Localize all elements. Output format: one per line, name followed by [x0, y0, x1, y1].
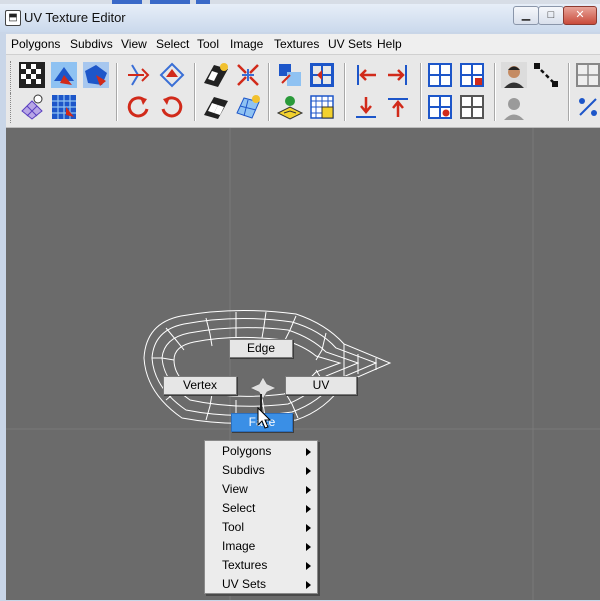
checker-alt-icon[interactable]: [202, 93, 230, 121]
context-item-tool[interactable]: Tool: [205, 518, 317, 537]
menu-select[interactable]: Select: [156, 37, 189, 51]
minimize-button[interactable]: ▁: [513, 6, 539, 25]
move-uv-shell-icon[interactable]: [50, 61, 78, 89]
submenu-arrow-icon: [306, 562, 311, 570]
context-item-select[interactable]: Select: [205, 499, 317, 518]
maya-app-icon[interactable]: ⬒: [5, 10, 21, 26]
rotate-ccw-icon[interactable]: [124, 93, 152, 121]
context-item-image[interactable]: Image: [205, 537, 317, 556]
submenu-arrow-icon: [306, 467, 311, 475]
context-item-label: Subdivs: [222, 463, 265, 477]
move-right-icon[interactable]: [384, 61, 412, 89]
toolbar-separator: [494, 63, 496, 121]
toolbar-separator: [194, 63, 196, 121]
toolbar-separator: [268, 63, 270, 121]
maximize-button[interactable]: □: [538, 6, 564, 25]
context-item-label: Image: [222, 539, 256, 553]
menu-help[interactable]: Help: [377, 37, 402, 51]
close-button[interactable]: ✕: [563, 6, 597, 25]
checker-display-icon[interactable]: [18, 61, 46, 89]
rotate-uvs-icon[interactable]: [124, 61, 152, 89]
context-item-label: Textures: [222, 558, 268, 572]
scale-icon[interactable]: [574, 93, 600, 121]
context-item-label: Select: [222, 501, 256, 515]
context-item-textures[interactable]: Textures: [205, 556, 317, 575]
submenu-arrow-icon: [306, 448, 311, 456]
more-icon[interactable]: [574, 61, 600, 89]
context-item-label: Polygons: [222, 444, 272, 458]
submenu-arrow-icon: [306, 505, 311, 513]
sew-uv-icon[interactable]: [276, 61, 304, 89]
pattern-grid-icon[interactable]: [50, 93, 78, 121]
window-title: UV Texture Editor: [24, 10, 126, 25]
menu-bar: Polygons Subdivs View Select Tool Image …: [6, 34, 600, 55]
context-item-label: Tool: [222, 520, 245, 534]
context-item-view[interactable]: View: [205, 480, 317, 499]
diagonal-select-icon[interactable]: [532, 61, 560, 89]
grid-dot-icon[interactable]: [426, 93, 454, 121]
mouse-cursor-icon: [257, 407, 272, 429]
menu-textures[interactable]: Textures: [274, 37, 319, 51]
menu-uv-sets[interactable]: UV Sets: [328, 37, 372, 51]
uv-lattice-icon[interactable]: [234, 93, 262, 121]
move-down-icon[interactable]: [352, 93, 380, 121]
move-left-icon[interactable]: [352, 61, 380, 89]
submenu-arrow-icon: [306, 581, 311, 589]
grid-select-icon[interactable]: [308, 93, 336, 121]
checker-alt-icon[interactable]: [202, 61, 230, 89]
context-item-label: UV Sets: [222, 577, 267, 591]
rotate-cw-icon[interactable]: [158, 93, 186, 121]
uv-mesh-icon[interactable]: [18, 93, 46, 121]
context-menu: Polygons Subdivs View Select Tool Image …: [204, 440, 318, 594]
context-item-polygons[interactable]: Polygons: [205, 442, 317, 461]
uv-snapshot-icon[interactable]: [276, 93, 304, 121]
context-item-uv-sets[interactable]: UV Sets: [205, 575, 317, 594]
toolbar-separator: [344, 63, 346, 121]
toolbar-grip[interactable]: [10, 93, 13, 121]
menu-polygons[interactable]: Polygons: [11, 37, 60, 51]
user-avatar-icon[interactable]: [500, 61, 528, 89]
toolbar-separator: [568, 63, 570, 121]
marking-menu-edge[interactable]: Edge: [229, 339, 293, 358]
marking-menu-uv[interactable]: UV: [285, 376, 357, 395]
cut-uv-icon[interactable]: [234, 61, 262, 89]
grid-remove-icon[interactable]: [458, 93, 486, 121]
menu-tool[interactable]: Tool: [197, 37, 219, 51]
context-item-label: View: [222, 482, 248, 496]
menu-image[interactable]: Image: [230, 37, 263, 51]
toolbar: [6, 55, 600, 128]
submenu-arrow-icon: [306, 524, 311, 532]
map-uv-border-icon[interactable]: [158, 61, 186, 89]
toolbar-separator: [420, 63, 422, 121]
flip-uvs-icon[interactable]: [82, 61, 110, 89]
grid-display-icon[interactable]: [426, 61, 454, 89]
toolbar-separator: [116, 63, 118, 121]
user-avatar-gray-icon[interactable]: [500, 93, 528, 121]
grid-add-icon[interactable]: [458, 61, 486, 89]
context-item-subdivs[interactable]: Subdivs: [205, 461, 317, 480]
menu-subdivs[interactable]: Subdivs: [70, 37, 113, 51]
submenu-arrow-icon: [306, 543, 311, 551]
submenu-arrow-icon: [306, 486, 311, 494]
menu-view[interactable]: View: [121, 37, 147, 51]
move-up-icon[interactable]: [384, 93, 412, 121]
layout-uvs-icon[interactable]: [308, 61, 336, 89]
marking-menu-vertex[interactable]: Vertex: [163, 376, 237, 395]
